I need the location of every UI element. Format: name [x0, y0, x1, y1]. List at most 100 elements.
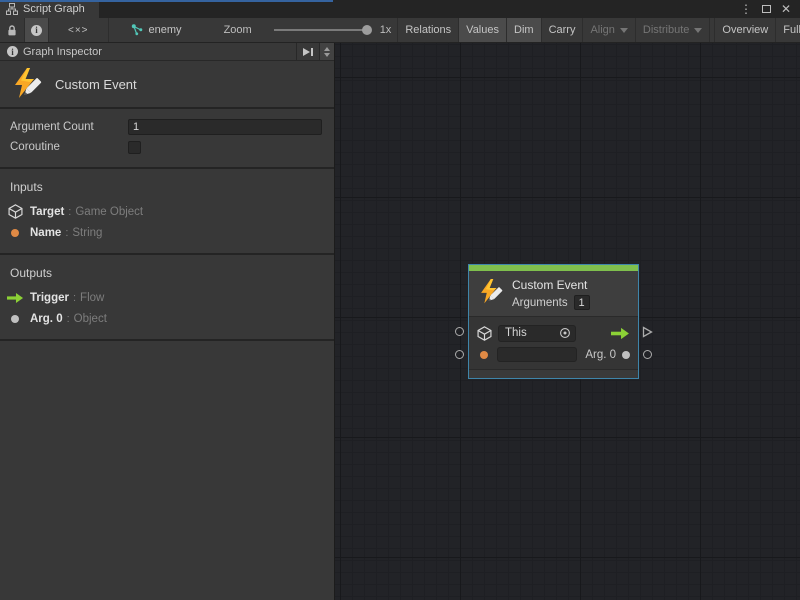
lock-icon	[6, 24, 18, 37]
node-footer	[469, 369, 638, 378]
graph-inspector-panel: i Graph Inspector	[0, 43, 335, 600]
arg0-label: Arg. 0	[585, 349, 616, 361]
tab-label: Script Graph	[23, 3, 85, 15]
coroutine-label: Coroutine	[10, 141, 128, 153]
port-row-trigger: Trigger : Flow	[0, 287, 334, 308]
node-title: Custom Event	[512, 278, 590, 292]
zoom-slider-track	[274, 29, 370, 31]
graph-icon	[131, 24, 144, 36]
toolbar-button-group: Relations Values Dim Carry Align Distrib…	[397, 18, 800, 42]
zoom-slider[interactable]	[274, 24, 370, 36]
port-separator: :	[73, 292, 76, 304]
script-graph-icon	[6, 3, 18, 15]
string-port-icon	[11, 229, 19, 237]
dropdown-arrow-icon	[620, 28, 628, 33]
zoom-control: Zoom 1x	[224, 18, 398, 42]
toolbar-button-distribute[interactable]: Distribute	[636, 18, 710, 42]
coroutine-row: Coroutine	[0, 137, 334, 157]
port-separator: :	[65, 227, 68, 239]
output-port-trigger[interactable]	[642, 326, 653, 338]
inspector-title: Graph Inspector	[23, 46, 102, 58]
lock-button[interactable]	[0, 18, 25, 42]
graph-breadcrumb[interactable]: enemy	[131, 18, 182, 42]
trigger-output-icon	[611, 327, 630, 340]
port-row-arg0: Arg. 0 : Object	[0, 308, 334, 329]
coroutine-checkbox[interactable]	[128, 141, 141, 154]
input-port-target[interactable]	[455, 327, 464, 336]
output-port-arg0[interactable]	[643, 350, 652, 359]
window-controls: ⋮ ✕	[738, 0, 800, 18]
code-preview-button[interactable]: <×>	[49, 18, 109, 42]
info-icon: i	[7, 46, 18, 57]
unit-title: Custom Event	[55, 77, 137, 92]
toolbar-button-align[interactable]: Align	[583, 18, 635, 42]
target-object-select[interactable]: This	[498, 325, 576, 342]
dock-panel-button[interactable]	[296, 43, 319, 60]
inspector-header-controls	[296, 43, 334, 60]
flow-arrow-icon	[7, 292, 24, 304]
spinner-up-icon	[324, 47, 330, 51]
unit-settings-block: Argument Count Coroutine	[0, 109, 334, 169]
argument-count-label: Argument Count	[10, 121, 128, 133]
toolbar-button-values[interactable]: Values	[459, 18, 507, 42]
dock-icon	[302, 47, 314, 57]
spinner-down-icon	[324, 53, 330, 57]
custom-event-node[interactable]: Custom Event Arguments 1	[468, 264, 639, 379]
toolbar-button-overview[interactable]: Overview	[715, 18, 776, 42]
object-port-icon	[11, 315, 19, 323]
unit-header: Custom Event	[0, 61, 334, 109]
node-header[interactable]: Custom Event Arguments 1	[469, 271, 638, 316]
game-object-cube-icon	[477, 326, 492, 341]
window-maximize-button[interactable]	[758, 1, 774, 17]
port-separator: :	[68, 206, 71, 218]
panel-spinner[interactable]	[319, 43, 334, 60]
toolbar-button-carry[interactable]: Carry	[542, 18, 584, 42]
zoom-value: 1x	[380, 24, 392, 36]
graph-name: enemy	[149, 24, 182, 36]
zoom-slider-handle[interactable]	[362, 25, 372, 35]
info-icon: i	[31, 25, 42, 36]
port-separator: :	[67, 313, 70, 325]
script-graph-window: Script Graph ⋮ ✕ i <×>	[0, 0, 800, 600]
port-type: Object	[74, 313, 107, 325]
object-port-icon	[622, 351, 630, 359]
toolbar-button-fullscreen[interactable]: Full Screen	[776, 18, 800, 42]
inspector-empty-area	[0, 341, 334, 600]
graph-canvas[interactable]: Custom Event Arguments 1	[335, 43, 800, 600]
input-port-name[interactable]	[455, 350, 464, 359]
maximize-icon	[762, 5, 771, 13]
node-arguments-field[interactable]: 1	[574, 295, 590, 310]
node-arg0-row: Arg. 0	[477, 346, 630, 363]
inspector-header: i Graph Inspector	[0, 43, 334, 61]
window-close-button[interactable]: ✕	[778, 1, 794, 17]
dropdown-arrow-icon	[694, 28, 702, 33]
argument-count-input[interactable]	[128, 119, 322, 135]
port-type: Flow	[80, 292, 104, 304]
toolbar-left-group: i <×>	[0, 18, 109, 42]
node-target-row: This	[477, 323, 630, 343]
toolbar-button-dim[interactable]: Dim	[507, 18, 542, 42]
port-name: Target	[30, 206, 64, 218]
inputs-section: Inputs Target : Game Object Name :	[0, 169, 334, 255]
window-menu-button[interactable]: ⋮	[738, 1, 754, 17]
port-row-target: Target : Game Object	[0, 201, 334, 222]
port-name: Arg. 0	[30, 313, 63, 325]
zoom-label: Zoom	[224, 24, 252, 36]
string-port-icon	[480, 351, 488, 359]
tab-bar: Script Graph ⋮ ✕	[0, 0, 800, 18]
main-area: i Graph Inspector	[0, 43, 800, 600]
port-row-name: Name : String	[0, 222, 334, 243]
code-preview-icon: <×>	[56, 25, 101, 36]
graph-toolbar: i <×> enemy Zoom 1x Relations	[0, 18, 800, 43]
tab-script-graph[interactable]: Script Graph	[0, 0, 99, 18]
outputs-section: Outputs Trigger : Flow Arg. 0 :	[0, 255, 334, 341]
focused-tab-accent	[0, 0, 333, 2]
toolbar-button-relations[interactable]: Relations	[397, 18, 459, 42]
inspector-toggle-button[interactable]: i	[25, 18, 49, 42]
node-arguments-label: Arguments	[512, 297, 568, 309]
port-type: String	[72, 227, 102, 239]
event-name-input[interactable]	[497, 347, 577, 362]
node-body: This Ar	[469, 316, 638, 369]
object-picker-icon	[559, 327, 571, 339]
game-object-cube-icon	[8, 204, 23, 219]
